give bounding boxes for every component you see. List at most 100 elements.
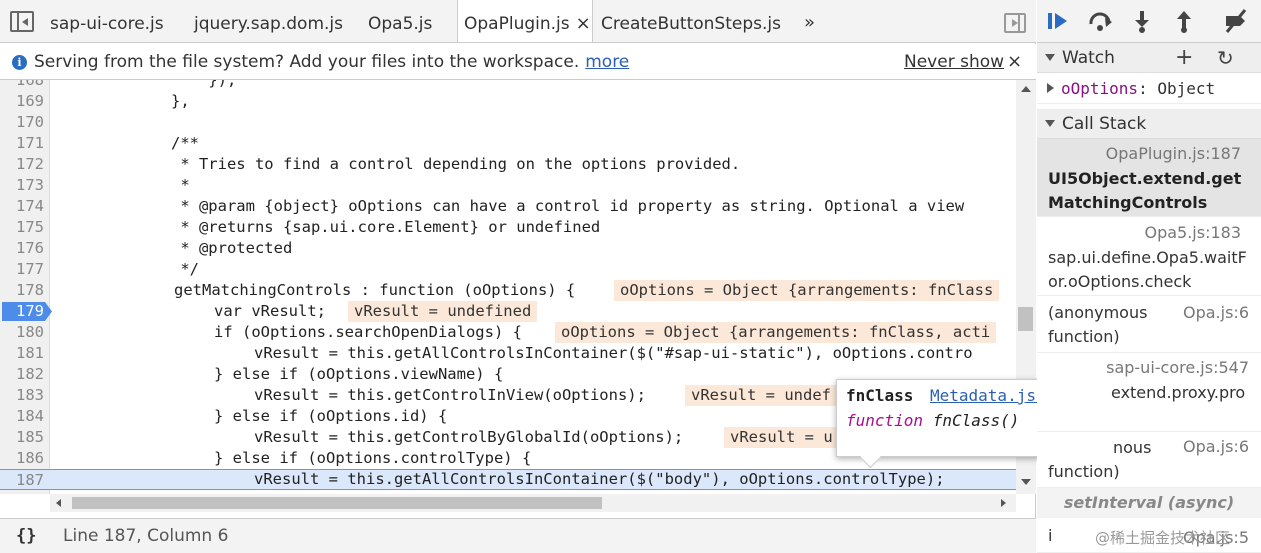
close-tab-icon[interactable]: × <box>576 13 591 34</box>
inline-value-hint[interactable]: vResult = undef <box>685 385 837 406</box>
callstack-frame[interactable]: Opa.js:6 (anonymous function) <box>1037 297 1261 353</box>
tab-sap-ui-core[interactable]: sap-ui-core.js <box>44 0 170 42</box>
code-line[interactable]: 179 var vResult; vResult = undefined <box>0 301 1016 322</box>
tab-opa5[interactable]: Opa5.js <box>362 0 438 42</box>
step-out-icon[interactable] <box>1171 8 1197 34</box>
current-execution-line[interactable]: 187 vResult = this.getAllControlsInContai… <box>0 469 1016 490</box>
tab-createbuttonsteps[interactable]: CreateButtonSteps.js <box>595 0 787 42</box>
line-number[interactable]: 175 <box>0 217 44 238</box>
code-line[interactable]: 174 * @param {object} oOptions can have … <box>0 196 1016 217</box>
line-number[interactable]: 178 <box>0 280 44 301</box>
toggle-debugger-sidebar-icon[interactable] <box>1004 13 1026 33</box>
line-number[interactable]: 184 <box>0 406 44 427</box>
add-watch-button[interactable]: + <box>1175 43 1193 73</box>
close-infobar-icon[interactable]: × <box>1007 44 1022 80</box>
tab-label: CreateButtonSteps.js <box>601 14 781 34</box>
watch-title: Watch <box>1062 48 1115 68</box>
never-show-link[interactable]: Never show <box>904 44 1004 80</box>
line-number[interactable]: 180 <box>0 322 44 343</box>
infobar-text: Serving from the file system? Add your f… <box>34 52 580 72</box>
line-number[interactable]: 181 <box>0 343 44 364</box>
line-number[interactable]: 172 <box>0 154 44 175</box>
step-over-icon[interactable] <box>1087 8 1113 34</box>
debugger-toolbar <box>1037 0 1261 43</box>
inline-value-hint[interactable]: vResult = u <box>724 427 839 448</box>
scroll-thumb[interactable] <box>1018 307 1033 331</box>
code-text: } else if (oOptions.id) { <box>214 407 448 425</box>
line-number[interactable]: 174 <box>0 196 44 217</box>
collapse-triangle-icon[interactable] <box>1045 54 1055 61</box>
step-into-icon[interactable] <box>1129 8 1155 34</box>
callstack-frame[interactable]: Opa.js:6 nous function) <box>1037 432 1261 488</box>
tab-jquery-sap-dom[interactable]: jquery.sap.dom.js <box>188 0 349 42</box>
code-line[interactable]: 171 /** <box>0 133 1016 154</box>
frame-location: sap-ui-core.js:547 <box>1106 358 1249 377</box>
popover-function-name: fnClass() <box>932 411 1020 430</box>
callstack-frame[interactable]: OpaPlugin.js:187 UI5Object.extend.get Ma… <box>1037 139 1261 217</box>
more-tabs-button[interactable]: » <box>804 0 815 42</box>
code-line[interactable]: 178 getMatchingControls : function (oOpti… <box>0 280 1016 301</box>
line-number[interactable]: 168 <box>0 80 44 91</box>
line-number[interactable]: 171 <box>0 133 44 154</box>
line-number[interactable]: 170 <box>0 112 44 133</box>
code-line[interactable]: 181 vResult = this.getAllControlsInContai… <box>0 343 1016 364</box>
pretty-print-button[interactable]: {} <box>16 519 36 553</box>
frame-location: OpaPlugin.js:187 <box>1105 144 1241 163</box>
inline-value-hint[interactable]: vResult = undefined <box>348 301 538 322</box>
scroll-down-arrow-icon[interactable] <box>1021 479 1031 485</box>
line-number[interactable]: 179 <box>0 301 44 322</box>
expand-triangle-icon[interactable] <box>1047 83 1054 93</box>
code-text: vResult = this.getControlByGlobalId(oOpt… <box>254 428 684 446</box>
scroll-thumb[interactable] <box>72 497 602 509</box>
line-number[interactable]: 182 <box>0 364 44 385</box>
collapse-triangle-icon[interactable] <box>1045 120 1055 127</box>
code-line[interactable]: 172 * Tries to find a control depending … <box>0 154 1016 175</box>
deactivate-breakpoints-icon[interactable] <box>1223 8 1249 34</box>
frame-location: Opa5.js:183 <box>1144 223 1241 242</box>
code-line[interactable]: 180 if (oOptions.searchOpenDialogs) {oOpt… <box>0 322 1016 343</box>
line-number[interactable]: 177 <box>0 259 44 280</box>
line-number[interactable]: 169 <box>0 91 44 112</box>
code-comment: * @protected <box>59 239 293 257</box>
scroll-left-arrow-icon[interactable] <box>56 499 61 507</box>
editor-status-bar: {} Line 187, Column 6 <box>0 518 1036 553</box>
toggle-navigator-icon[interactable] <box>10 11 34 32</box>
code-line[interactable]: 173 * <box>0 175 1016 196</box>
frame-function: UI5Object.extend.get <box>1048 169 1242 188</box>
line-number[interactable]: 173 <box>0 175 44 196</box>
frame-function: function) <box>1048 327 1120 346</box>
line-number[interactable]: 176 <box>0 238 44 259</box>
code-line[interactable]: 168 }); <box>0 80 1016 91</box>
code-line[interactable]: 169 }, <box>0 91 1016 112</box>
popover-signature: function fnClass() <box>846 411 1019 430</box>
tab-label: OpaPlugin.js <box>464 14 570 34</box>
code-comment: * @param {object} oOptions can have a co… <box>59 197 965 215</box>
line-number[interactable]: 185 <box>0 427 44 448</box>
code-line[interactable]: 170 <box>0 112 1016 133</box>
callstack-frame[interactable]: Opa5.js:183 sap.ui.define.Opa5.waitF or.… <box>1037 218 1261 296</box>
more-link[interactable]: more <box>585 52 629 72</box>
inline-value-hint[interactable]: oOptions = Object {arrangements: fnClass <box>614 280 1000 301</box>
code-line[interactable]: 176 * @protected <box>0 238 1016 259</box>
inline-value-hint[interactable]: oOptions = Object {arrangements: fnClass… <box>555 322 997 343</box>
scroll-right-arrow-icon[interactable] <box>1001 499 1006 507</box>
line-number[interactable]: 187 <box>0 470 44 491</box>
watch-section-header[interactable]: Watch + ↻ <box>1037 43 1261 73</box>
tab-label: Opa5.js <box>368 14 433 34</box>
tab-opaplugin[interactable]: OpaPlugin.js × <box>457 0 593 42</box>
tab-label: sap-ui-core.js <box>50 14 164 34</box>
resume-icon[interactable] <box>1045 8 1071 34</box>
editor-horizontal-scrollbar[interactable] <box>50 494 1016 512</box>
watch-item[interactable]: oOptions: Object <box>1037 74 1261 104</box>
code-line[interactable]: 175 * @returns {sap.ui.core.Element} or … <box>0 217 1016 238</box>
line-number[interactable]: 186 <box>0 448 44 469</box>
scroll-up-arrow-icon[interactable] <box>1021 86 1031 92</box>
refresh-watch-button[interactable]: ↻ <box>1217 43 1234 73</box>
code-line[interactable]: 177 */ <box>0 259 1016 280</box>
callstack-section-header[interactable]: Call Stack <box>1037 109 1261 139</box>
callstack-frame[interactable]: sap-ui-core.js:547 extend.proxy.pro <box>1037 354 1261 432</box>
async-separator: setInterval (async) <box>1037 488 1261 518</box>
line-number[interactable]: 183 <box>0 385 44 406</box>
line-number[interactable]: 188 <box>0 490 44 494</box>
code-text: }, <box>59 92 190 110</box>
